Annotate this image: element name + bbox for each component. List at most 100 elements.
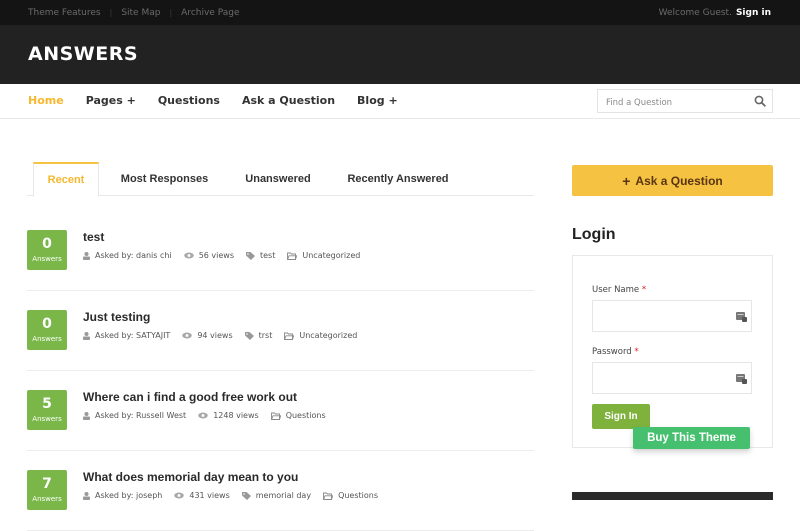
answers-count-badge[interactable]: 7 Answers (27, 470, 67, 510)
ask-question-button[interactable]: + Ask a Question (572, 165, 773, 196)
asked-by[interactable]: Asked by: joseph (83, 491, 162, 500)
welcome-text: Welcome Guest. (658, 7, 732, 18)
question-meta: Asked by: danis chi 56 views test Uncategor… (83, 251, 372, 260)
views-text: 431 views (189, 491, 230, 500)
password-field[interactable] (592, 362, 752, 394)
question-meta: Asked by: SATYAJIT 94 views trst Uncategori… (83, 331, 369, 340)
category[interactable]: Questions (270, 411, 326, 420)
user-area: Welcome Guest. Sign in (659, 0, 771, 25)
category[interactable]: Uncategorized (284, 331, 357, 340)
asked-by[interactable]: Asked by: danis chi (83, 251, 172, 260)
tag[interactable]: test (246, 251, 275, 260)
question-meta: Asked by: joseph 431 views memorial day Que… (83, 491, 390, 500)
views: 431 views (174, 491, 230, 500)
answers-label: Answers (32, 495, 62, 503)
answers-count: 7 (42, 476, 52, 492)
question-meta: Asked by: Russell West 1248 views Question… (83, 411, 338, 420)
tab-unanswered[interactable]: Unanswered (233, 162, 323, 196)
folder-icon (284, 332, 295, 340)
views-text: 56 views (198, 251, 234, 260)
user-icon (83, 251, 90, 260)
username-label: User Name * (592, 285, 646, 295)
asked-by-text: Asked by: joseph (95, 491, 163, 500)
question-title[interactable]: Just testing (83, 310, 150, 324)
views: 56 views (183, 251, 234, 260)
tab-most-responses[interactable]: Most Responses (112, 162, 217, 196)
top-link-archive-page[interactable]: Archive Page (181, 8, 239, 18)
tag[interactable]: trst (244, 331, 273, 340)
category[interactable]: Uncategorized (287, 251, 360, 260)
tab-recently-answered[interactable]: Recently Answered (337, 162, 459, 196)
asked-by[interactable]: Asked by: Russell West (83, 411, 186, 420)
required-mark: * (641, 285, 647, 295)
category-text: Uncategorized (299, 331, 358, 340)
answers-count-badge[interactable]: 5 Answers (27, 390, 67, 430)
ask-question-label: Ask a Question (635, 173, 723, 188)
required-mark: * (634, 347, 639, 357)
keypass-icon[interactable] (736, 374, 747, 384)
search-box (597, 89, 773, 114)
asked-by[interactable]: Asked by: SATYAJIT (83, 331, 170, 340)
question-title[interactable]: Where can i find a good free work out (83, 390, 297, 404)
nav-item-ask-a-question[interactable]: Ask a Question (242, 94, 335, 107)
answers-label: Answers (32, 335, 62, 343)
separator: | (109, 8, 113, 17)
category-text: Questions (338, 491, 379, 500)
tab-recent[interactable]: Recent (33, 162, 99, 197)
question-title[interactable]: test (83, 230, 104, 244)
nav-item-pages[interactable]: Pages + (86, 94, 136, 107)
keypass-icon[interactable] (736, 312, 747, 322)
username-input[interactable] (593, 301, 733, 331)
nav-item-questions[interactable]: Questions (158, 94, 220, 107)
tag-icon (244, 331, 254, 340)
tag-text: trst (258, 331, 273, 340)
answers-count-badge[interactable]: 0 Answers (27, 230, 67, 270)
tag-text: memorial day (255, 491, 312, 500)
top-link-site-map[interactable]: Site Map (121, 8, 160, 18)
divider (27, 370, 534, 371)
user-icon (83, 331, 90, 340)
answers-count: 5 (42, 396, 52, 412)
sidebar-widget (572, 492, 773, 500)
nav-item-blog[interactable]: Blog + (357, 94, 398, 107)
question-title[interactable]: What does memorial day mean to you (83, 470, 298, 484)
eye-icon (174, 492, 185, 499)
answers-count-badge[interactable]: 0 Answers (27, 310, 67, 350)
top-link-theme-features[interactable]: Theme Features (28, 8, 101, 18)
login-title: Login (572, 226, 616, 243)
eye-icon (183, 252, 194, 259)
top-bar: Theme Features | Site Map | Archive Page… (0, 0, 800, 25)
password-label-text: Password (592, 347, 632, 357)
folder-icon (323, 492, 334, 500)
divider (27, 290, 534, 291)
search-icon[interactable] (754, 95, 766, 107)
nav-item-home[interactable]: Home (28, 94, 64, 107)
top-signin-link[interactable]: Sign in (736, 8, 771, 18)
tag-icon (241, 491, 251, 500)
site-logo[interactable]: ANSWERS (28, 43, 138, 65)
eye-icon (182, 332, 193, 339)
category[interactable]: Questions (323, 491, 378, 500)
views-text: 1248 views (213, 411, 259, 420)
buy-theme-button[interactable]: Buy This Theme (633, 427, 750, 449)
search-input[interactable] (598, 92, 748, 114)
question-tabs: Recent Most Responses Unanswered Recentl… (27, 162, 534, 197)
user-icon (83, 411, 90, 420)
login-form: User Name * Password * Sign In (572, 255, 773, 448)
tag[interactable]: memorial day (241, 491, 312, 500)
username-field[interactable] (592, 300, 752, 332)
tag-text: test (260, 251, 276, 260)
user-icon (83, 491, 90, 500)
category-text: Uncategorized (302, 251, 361, 260)
answers-label: Answers (32, 255, 62, 263)
site-header: ANSWERS (0, 25, 800, 84)
category-text: Questions (285, 411, 326, 420)
signin-button[interactable]: Sign In (592, 404, 650, 429)
divider (27, 450, 534, 451)
views-text: 94 views (197, 331, 233, 340)
folder-icon (270, 412, 281, 420)
asked-by-text: Asked by: danis chi (95, 251, 172, 260)
answers-count: 0 (42, 316, 52, 332)
password-input[interactable] (593, 363, 733, 393)
plus-icon: + (622, 172, 631, 189)
